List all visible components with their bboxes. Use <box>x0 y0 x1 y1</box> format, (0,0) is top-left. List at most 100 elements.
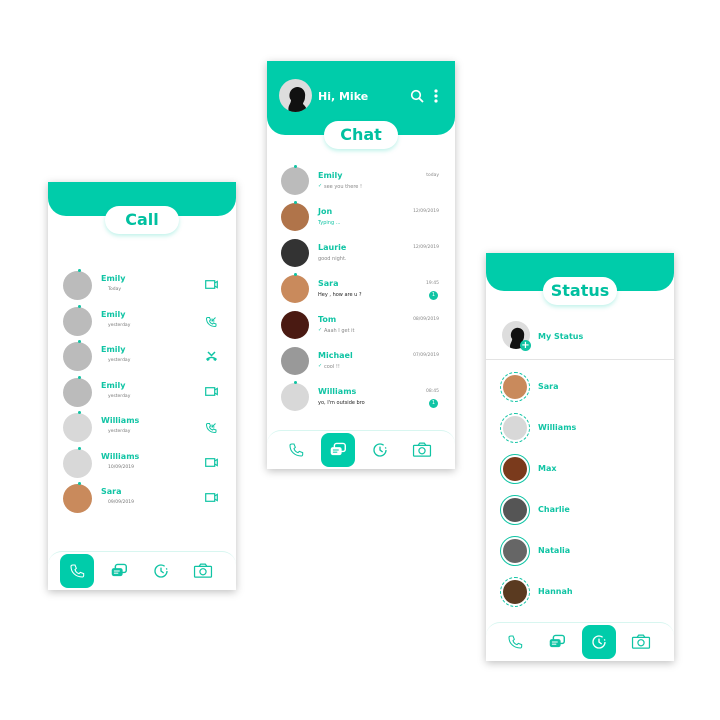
camera-icon <box>193 563 213 578</box>
read-check-icon: ✓ <box>318 183 323 189</box>
contact-avatar <box>281 275 309 303</box>
story-indicator <box>78 375 81 379</box>
call-list-item[interactable]: Emily Today <box>48 269 236 303</box>
contact-name: Sara <box>318 279 339 288</box>
video-icon[interactable] <box>205 280 218 289</box>
contact-name: Max <box>538 464 557 473</box>
call-list-item[interactable]: Emily yesterday <box>48 340 236 374</box>
status-list-item[interactable]: Williams <box>486 413 674 449</box>
story-indicator <box>294 273 297 276</box>
chat-list-item[interactable]: Emily ✓ see you there ! today <box>267 165 455 199</box>
search-icon[interactable] <box>410 89 424 103</box>
call-list-item[interactable]: Emily yesterday <box>48 375 236 410</box>
contact-avatar <box>63 306 92 336</box>
contact-avatar <box>281 383 309 411</box>
video-icon[interactable] <box>205 493 218 502</box>
unread-badge: 1 <box>429 291 438 300</box>
contact-name: Sara <box>101 487 122 496</box>
chat-icon <box>111 563 127 577</box>
last-message: see you there ! <box>324 184 362 190</box>
story-indicator <box>78 304 81 308</box>
contact-avatar <box>503 375 527 399</box>
clock-icon <box>154 564 168 578</box>
tab-calls[interactable] <box>279 433 313 467</box>
user-avatar[interactable] <box>279 79 312 112</box>
missed-call-icon[interactable] <box>205 351 218 362</box>
message-time: 12/09/2019 <box>413 209 439 214</box>
chat-list-item[interactable]: Laurie good night. 12/09/2019 <box>267 237 455 271</box>
story-indicator <box>294 201 297 204</box>
clock-icon <box>592 635 606 649</box>
tab-camera[interactable] <box>186 554 220 588</box>
add-status-icon[interactable]: + <box>520 340 531 351</box>
call-time: yesterday <box>108 429 131 434</box>
contact-avatar <box>63 413 92 442</box>
contact-name: Tom <box>318 315 337 324</box>
bottom-nav <box>48 551 236 590</box>
status-title: Status <box>543 277 617 305</box>
chat-list-item[interactable]: Tom ✓ Aaah I get it 08/09/2019 <box>267 309 455 343</box>
message-time: 08/09/2019 <box>413 317 439 322</box>
tab-camera[interactable] <box>624 625 658 659</box>
call-list-item[interactable]: Williams yesterday <box>48 411 236 445</box>
bottom-nav <box>267 430 455 469</box>
last-message: good night. <box>318 256 347 262</box>
tab-calls[interactable] <box>498 625 532 659</box>
camera-icon <box>631 634 651 649</box>
tab-chats[interactable] <box>102 554 136 588</box>
chat-list-item[interactable]: Michael ✓ cool !! 07/09/2019 <box>267 345 455 379</box>
tab-status[interactable] <box>363 433 397 467</box>
incoming-call-icon[interactable] <box>205 422 217 434</box>
story-indicator <box>78 446 81 450</box>
status-list-item[interactable]: Sara <box>486 372 674 408</box>
incoming-call-icon[interactable] <box>205 316 217 328</box>
tab-status[interactable] <box>582 625 616 659</box>
tab-chats[interactable] <box>321 433 355 467</box>
contact-name: Emily <box>101 309 126 319</box>
call-list-item[interactable]: Williams 10/09/2019 <box>48 446 236 481</box>
camera-icon <box>412 442 432 457</box>
last-message: cool !! <box>324 364 340 370</box>
chat-icon <box>549 634 565 648</box>
read-check-icon: ✓ <box>318 363 323 369</box>
call-time: yesterday <box>108 393 131 399</box>
call-screen: Call Emily Today Emily yesterday Emily yester… <box>48 182 236 590</box>
contact-name: Williams <box>101 451 140 461</box>
chat-list-item[interactable]: Jon Typing ... 12/09/2019 <box>267 201 455 235</box>
video-icon[interactable] <box>205 386 218 396</box>
call-list-item[interactable]: Emily yesterday <box>48 304 236 339</box>
contact-avatar <box>281 347 309 375</box>
tab-status[interactable] <box>144 554 178 588</box>
status-list-item[interactable]: Hannah <box>486 577 674 613</box>
story-indicator <box>294 165 297 168</box>
call-time: 09/09/2019 <box>108 500 134 505</box>
contact-avatar <box>63 271 92 300</box>
status-list-item[interactable]: Max <box>486 454 674 490</box>
contact-avatar <box>503 498 527 522</box>
more-options-icon[interactable] <box>434 89 438 103</box>
contact-avatar <box>281 203 309 231</box>
contact-avatar <box>281 311 309 339</box>
chat-list-item[interactable]: Sara Hey , how are u ? 19:45 1 <box>267 273 455 307</box>
call-time: yesterday <box>108 358 131 363</box>
divider <box>486 359 674 360</box>
story-indicator <box>78 411 81 414</box>
contact-name: Emily <box>101 345 126 354</box>
chat-title: Chat <box>324 121 398 149</box>
unread-badge: 1 <box>429 399 438 408</box>
tab-calls[interactable] <box>60 554 94 588</box>
status-list-item[interactable]: Natalia <box>486 536 674 572</box>
my-status-label[interactable]: My Status <box>538 332 583 341</box>
call-list-item[interactable]: Sara 09/09/2019 <box>48 482 236 516</box>
status-list-item[interactable]: Charlie <box>486 495 674 531</box>
chat-list-item[interactable]: Williams yo, I'm outside bro 08:45 1 <box>267 381 455 415</box>
phone-icon <box>289 443 304 457</box>
contact-avatar <box>503 416 527 440</box>
chat-screen: Hi, Mike Chat Emily ✓ see you there ! today… <box>267 61 455 469</box>
video-icon[interactable] <box>205 457 218 467</box>
tab-chats[interactable] <box>540 625 574 659</box>
tab-camera[interactable] <box>405 433 439 467</box>
contact-avatar <box>63 448 92 478</box>
last-message: Aaah I get it <box>324 328 355 334</box>
story-indicator <box>78 340 81 343</box>
